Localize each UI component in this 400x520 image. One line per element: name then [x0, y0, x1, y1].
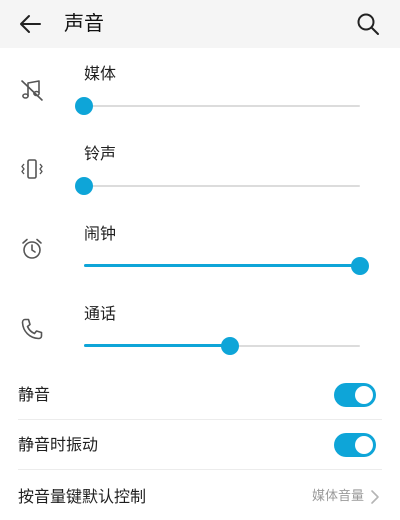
setting-row-mute[interactable]: 静音 — [18, 370, 382, 420]
alarm-clock-icon — [22, 238, 42, 259]
slider-thumb[interactable] — [75, 97, 93, 115]
setting-row-vibrate-when-muted[interactable]: 静音时振动 — [18, 420, 382, 470]
mute-toggle[interactable] — [334, 383, 376, 407]
ringtone-volume-slider[interactable] — [75, 176, 360, 196]
app-bar: 声音 — [0, 0, 400, 48]
slider-thumb[interactable] — [221, 337, 240, 355]
vibrate-when-muted-toggle[interactable] — [334, 433, 376, 457]
chevron-right-icon — [371, 490, 379, 504]
alarm-volume-slider[interactable] — [84, 256, 369, 276]
setting-label-volume-key-default: 按音量键默认控制 — [18, 487, 147, 506]
setting-label-mute: 静音 — [18, 385, 51, 404]
volume-label-media: 媒体 — [84, 64, 117, 83]
volume-label-ringtone: 铃声 — [84, 144, 117, 163]
search-icon[interactable] — [354, 10, 382, 38]
call-volume-slider[interactable] — [84, 336, 360, 356]
setting-value-volume-key-default: 媒体音量 — [311, 489, 364, 504]
page-title: 声音 — [64, 11, 104, 35]
music-muted-icon — [21, 80, 43, 101]
slider-thumb[interactable] — [75, 177, 93, 195]
volume-row-ringtone: 铃声 — [0, 138, 400, 218]
volume-label-alarm: 闹钟 — [84, 224, 117, 243]
setting-label-vibrate-when-muted: 静音时振动 — [18, 435, 99, 454]
volume-row-call: 通话 — [0, 298, 400, 378]
setting-row-volume-key-default[interactable]: 按音量键默认控制 媒体音量 — [18, 472, 382, 520]
arrow-left-icon[interactable] — [16, 10, 44, 38]
phone-icon — [21, 318, 43, 340]
media-volume-slider[interactable] — [75, 96, 360, 116]
volume-label-call: 通话 — [84, 304, 117, 323]
volume-row-media: 媒体 — [0, 58, 400, 138]
vibrate-phone-icon — [21, 159, 43, 179]
slider-thumb[interactable] — [351, 257, 369, 275]
volume-row-alarm: 闹钟 — [0, 218, 400, 298]
